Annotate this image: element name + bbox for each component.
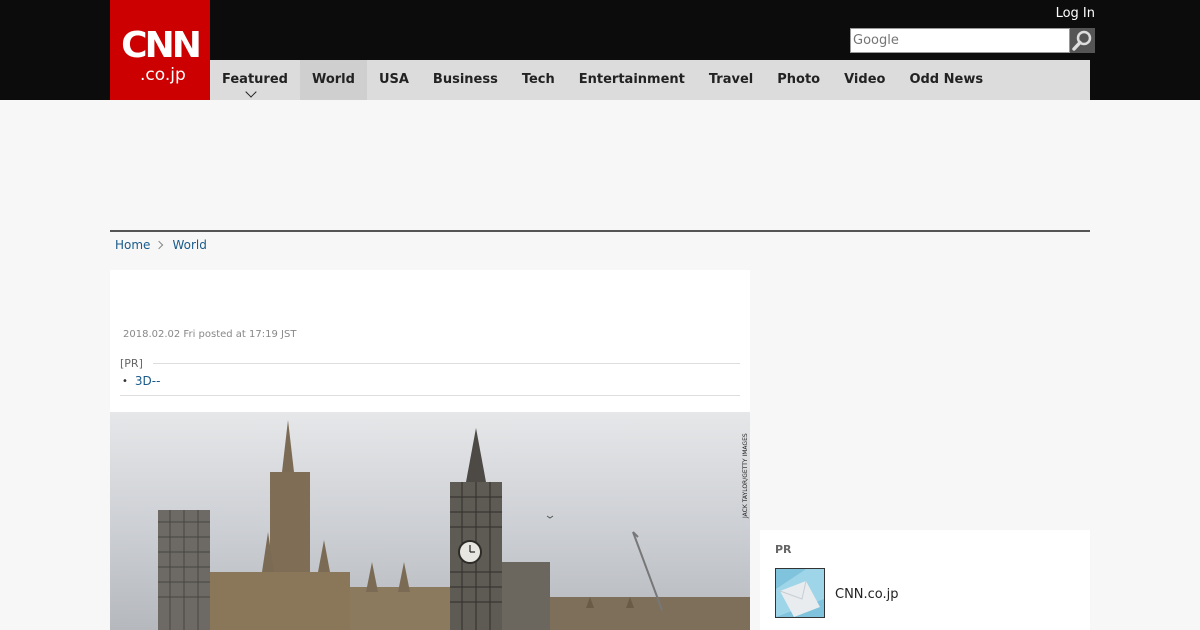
pr-label: [PR] <box>120 357 143 370</box>
breadcrumb-home[interactable]: Home <box>115 238 150 252</box>
nav-item-usa[interactable]: USA <box>367 60 421 100</box>
nav-label: Video <box>844 72 886 87</box>
chevron-down-icon <box>245 86 257 98</box>
breadcrumb-world[interactable]: World <box>172 238 206 252</box>
article-photo <box>110 412 750 630</box>
login-link[interactable]: Log In <box>1056 6 1095 21</box>
search-bar <box>850 28 1095 53</box>
ad-space <box>110 100 1090 230</box>
nav-label: Photo <box>777 72 821 87</box>
search-input[interactable] <box>850 28 1070 53</box>
pr-item: • 3D-- <box>120 374 740 388</box>
nav-label: USA <box>378 72 409 87</box>
svg-text:JACK TAYLOR/GETTY IMAGES: JACK TAYLOR/GETTY IMAGES <box>742 433 749 519</box>
article-card: 2018.02.02 Fri posted at 17:19 JST [PR] … <box>110 270 750 630</box>
pr-thumbnail[interactable] <box>775 568 825 618</box>
nav-item-photo[interactable]: Photo <box>765 60 832 100</box>
nav-item-entertainment[interactable]: Entertainment <box>567 60 697 100</box>
nav-item-world[interactable]: World <box>299 60 367 100</box>
bullet-icon: • <box>122 375 128 387</box>
sidebar-pr: PR CNN.co.jp <box>760 530 1090 630</box>
nav-label: Featured <box>222 72 288 87</box>
divider <box>152 363 740 364</box>
search-button[interactable] <box>1070 28 1095 53</box>
breadcrumb: Home World <box>115 238 207 252</box>
post-timestamp: 2018.02.02 Fri posted at 17:19 JST <box>123 329 297 340</box>
mail-icon <box>776 569 824 617</box>
nav-item-tech[interactable]: Tech <box>510 60 567 100</box>
nav-label: World <box>311 72 355 87</box>
nav-item-travel[interactable]: Travel <box>697 60 765 100</box>
nav-item-business[interactable]: Business <box>421 60 510 100</box>
section-divider <box>110 230 1090 232</box>
pr-item-label[interactable]: CNN.co.jp <box>835 587 899 602</box>
divider <box>120 395 740 396</box>
sidebar-pr-title: PR <box>775 543 792 556</box>
nav-label: Odd News <box>909 72 984 87</box>
nav-item-video[interactable]: Video <box>832 60 897 100</box>
main-nav: Featured World USA Business Tech Enterta… <box>210 60 1090 100</box>
chevron-right-icon <box>155 240 164 250</box>
nav-label: Travel <box>708 72 754 87</box>
nav-label: Tech <box>521 72 555 87</box>
search-icon <box>1072 30 1092 51</box>
nav-item-featured[interactable]: Featured <box>210 60 300 100</box>
logo-text: CNN <box>121 25 202 66</box>
top-header: CNN .co.jp Log In Featured World USA Bus… <box>0 0 1200 100</box>
cnn-logo[interactable]: CNN .co.jp <box>110 0 210 100</box>
pr-link[interactable]: 3D-- <box>135 374 161 388</box>
nav-item-odd-news[interactable]: Odd News <box>897 60 995 100</box>
nav-label: Business <box>432 72 498 87</box>
pr-box: [PR] • 3D-- <box>120 357 740 396</box>
nav-label: Entertainment <box>578 72 685 87</box>
photo-credit: JACK TAYLOR/GETTY IMAGES <box>741 415 749 520</box>
logo-subtext: .co.jp <box>140 65 186 85</box>
